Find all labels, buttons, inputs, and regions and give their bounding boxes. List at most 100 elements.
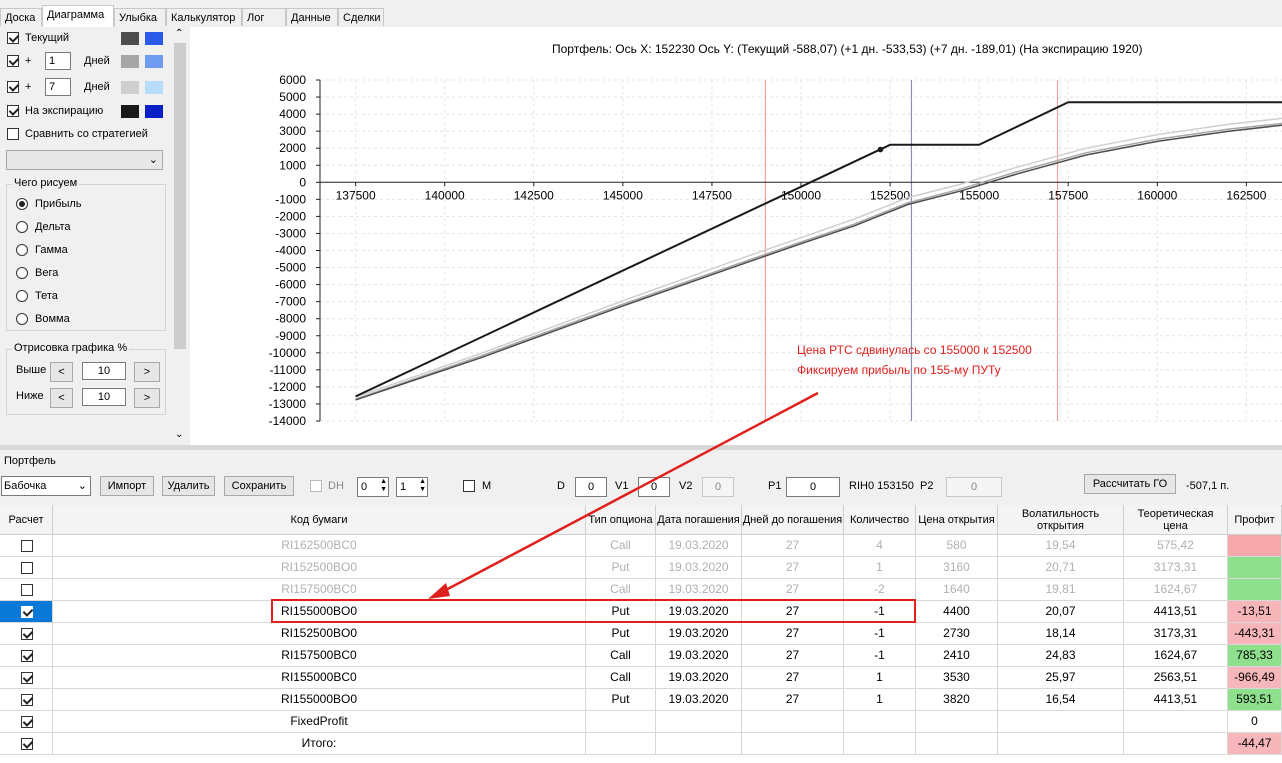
dh-spinner-1[interactable]: 0 ▲ ▼ — [357, 477, 389, 497]
table-row[interactable]: RI157500BC0 Call 19.03.2020 27 -2 1640 19,81 16… — [0, 579, 1282, 601]
y-tick-label: -12000 — [269, 380, 307, 394]
radio-vega[interactable] — [16, 267, 28, 279]
column-header-profit[interactable]: Профит — [1228, 505, 1282, 535]
current-color-swatch-2[interactable] — [145, 32, 163, 45]
expiration-color-swatch-2[interactable] — [145, 105, 163, 118]
plus1-checkbox[interactable] — [7, 55, 19, 67]
table-row[interactable]: RI162500BC0 Call 19.03.2020 27 4 580 19,54 575,… — [0, 535, 1282, 557]
plus1-color-swatch-2[interactable] — [145, 55, 163, 68]
plus7-color-swatch-1[interactable] — [121, 81, 139, 94]
table-row[interactable]: RI152500BO0 Put 19.03.2020 27 1 3160 20,71 3173… — [0, 557, 1282, 579]
date-cell: 19.03.2020 — [656, 667, 742, 689]
row-calc-checkbox[interactable] — [21, 584, 33, 596]
x-tick-label: 142500 — [514, 188, 554, 202]
plus1-color-swatch-1[interactable] — [121, 55, 139, 68]
v1-input[interactable]: 0 — [638, 477, 670, 497]
table-row[interactable]: RI152500BO0 Put 19.03.2020 27 -1 2730 18,14 317… — [0, 623, 1282, 645]
row-calc-checkbox[interactable] — [21, 650, 33, 662]
strategy-select[interactable]: Бабочка ⌄ — [1, 476, 91, 496]
spin-arrows-icon[interactable]: ▲ ▼ — [419, 478, 426, 494]
x-tick-label: 160000 — [1137, 188, 1177, 202]
column-header-volatility[interactable]: Волатильность открытия — [998, 505, 1124, 535]
column-header-open-price[interactable]: Цена открытия — [916, 505, 998, 535]
delete-button[interactable]: Удалить — [162, 476, 215, 496]
calculate-go-button[interactable]: Рассчитать ГО — [1084, 474, 1176, 494]
dh-checkbox[interactable] — [310, 480, 322, 492]
tab-board[interactable]: Доска — [0, 8, 42, 26]
p2-input[interactable]: 0 — [946, 477, 1002, 497]
below-decrease-button[interactable]: < — [50, 388, 73, 408]
below-increase-button[interactable]: > — [134, 388, 160, 408]
plus7-days-input[interactable]: 7 — [45, 78, 71, 96]
tab-deals[interactable]: Сделки — [338, 8, 384, 26]
plus7-checkbox[interactable] — [7, 81, 19, 93]
plus7-days-label: Дней — [84, 81, 110, 93]
radio-gamma[interactable] — [16, 244, 28, 256]
left-panel-scrollbar[interactable]: ⌃ ⌄ — [172, 27, 188, 445]
d-input[interactable]: 0 — [575, 477, 607, 497]
dh-spinner-2[interactable]: 1 ▲ ▼ — [396, 477, 428, 497]
spin-arrows-icon[interactable]: ▲ ▼ — [380, 478, 387, 494]
current-color-swatch-1[interactable] — [121, 32, 139, 45]
table-row[interactable]: RI155000BC0 Call 19.03.2020 27 1 3530 25,97 256… — [0, 667, 1282, 689]
radio-theta[interactable] — [16, 290, 28, 302]
plus7-color-swatch-2[interactable] — [145, 81, 163, 94]
open-price-cell: 580 — [916, 535, 998, 557]
import-button[interactable]: Импорт — [100, 476, 154, 496]
radio-vomma[interactable] — [16, 313, 28, 325]
theo-price-cell: 3173,31 — [1124, 557, 1228, 579]
tab-smile[interactable]: Улыбка — [114, 8, 166, 26]
tab-diagram[interactable]: Диаграмма — [42, 5, 114, 27]
below-value-input[interactable]: 10 — [82, 388, 126, 406]
column-header-calc[interactable]: Расчет — [0, 505, 53, 535]
row-calc-checkbox[interactable] — [21, 540, 33, 552]
calc-cell — [0, 733, 53, 755]
table-row[interactable]: RI157500BC0 Call 19.03.2020 27 -1 2410 24,83 16… — [0, 645, 1282, 667]
tab-data[interactable]: Данные — [286, 8, 338, 26]
radio-profit[interactable] — [16, 198, 28, 210]
column-header-qty[interactable]: Количество — [844, 505, 916, 535]
radio-delta[interactable] — [16, 221, 28, 233]
tab-log[interactable]: Лог — [242, 8, 286, 26]
p1-input[interactable]: 0 — [786, 477, 840, 497]
above-decrease-button[interactable]: < — [50, 362, 73, 382]
tab-calculator[interactable]: Калькулятор — [166, 8, 242, 26]
compare-strategy-checkbox[interactable] — [7, 128, 19, 140]
profit-cell — [1228, 557, 1282, 579]
column-header-type[interactable]: Тип опциона — [586, 505, 656, 535]
volatility-cell: 20,07 — [998, 601, 1124, 623]
expiration-color-swatch-1[interactable] — [121, 105, 139, 118]
radio-vomma-label: Вомма — [35, 313, 70, 325]
above-increase-button[interactable]: > — [134, 362, 160, 382]
m-checkbox[interactable] — [463, 480, 475, 492]
row-calc-checkbox[interactable] — [21, 628, 33, 640]
row-calc-checkbox[interactable] — [21, 694, 33, 706]
profit-cell: -443,31 — [1228, 623, 1282, 645]
column-header-theo-price[interactable]: Теоретическая цена — [1124, 505, 1228, 535]
column-header-date[interactable]: Дата погашения — [656, 505, 742, 535]
scroll-thumb[interactable] — [174, 43, 186, 349]
row-calc-checkbox[interactable] — [21, 562, 33, 574]
column-header-code[interactable]: Код бумаги — [53, 505, 586, 535]
v2-input[interactable]: 0 — [702, 477, 734, 497]
plus1-days-input[interactable]: 1 — [45, 52, 71, 70]
scroll-down-icon[interactable]: ⌄ — [175, 429, 183, 440]
row-calc-checkbox[interactable] — [21, 672, 33, 684]
table-row[interactable]: RI155000BO0 Put 19.03.2020 27 -1 4400 20,07 441… — [0, 601, 1282, 623]
volatility-cell: 16,54 — [998, 689, 1124, 711]
table-row[interactable]: RI155000BO0 Put 19.03.2020 27 1 3820 16,54 4413… — [0, 689, 1282, 711]
row-calc-checkbox[interactable] — [21, 606, 33, 618]
open-price-cell — [916, 711, 998, 733]
scroll-up-icon[interactable]: ⌃ — [175, 28, 183, 39]
payoff-chart[interactable]: 6000 5000 4000 3000 2000 1000 0 -1000 -2000 -3000… — [190, 27, 1282, 445]
above-value-input[interactable]: 10 — [82, 362, 126, 380]
column-header-days[interactable]: Дней до погашения — [742, 505, 844, 535]
row-calc-checkbox[interactable] — [21, 716, 33, 728]
table-row[interactable]: Итого: -44,47 — [0, 733, 1282, 755]
save-button[interactable]: Сохранить — [224, 476, 294, 496]
expiration-checkbox[interactable] — [7, 105, 19, 117]
current-checkbox[interactable] — [7, 32, 19, 44]
strategy-compare-dropdown[interactable]: ⌄ — [6, 150, 163, 170]
row-calc-checkbox[interactable] — [21, 738, 33, 750]
table-row[interactable]: FixedProfit 0 — [0, 711, 1282, 733]
